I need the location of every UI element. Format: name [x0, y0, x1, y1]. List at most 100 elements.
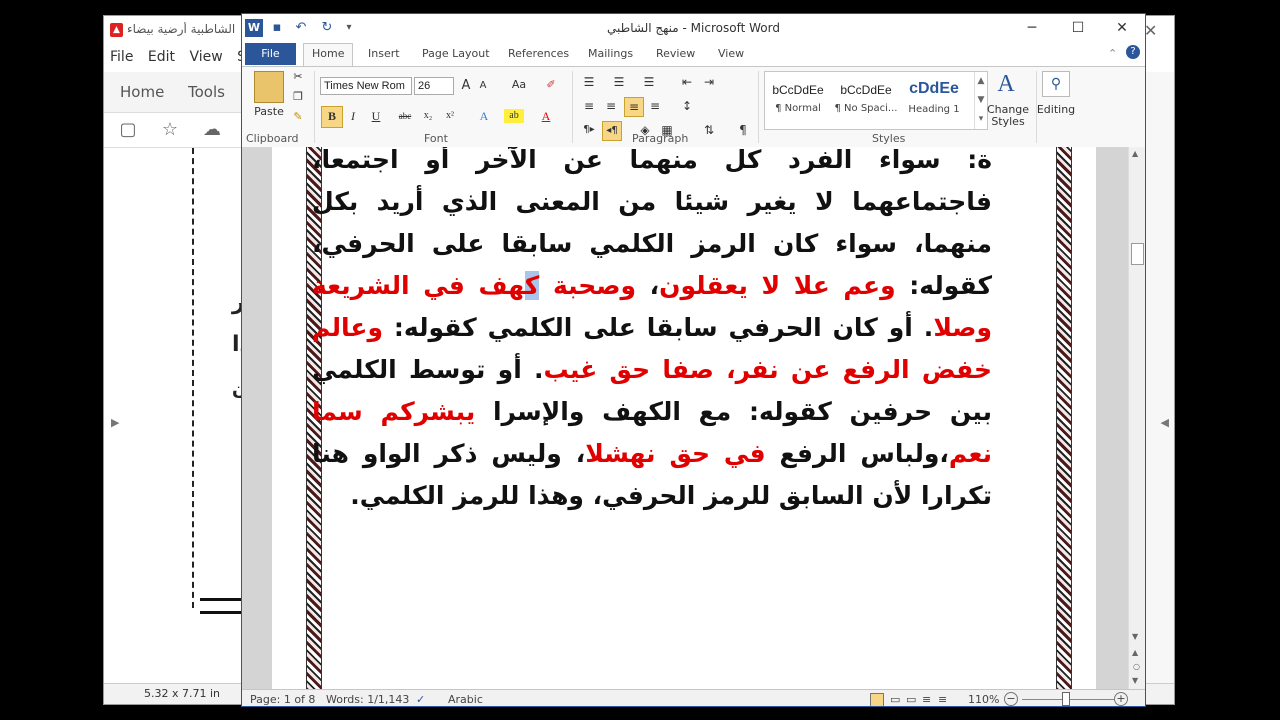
- scroll-down-icon[interactable]: ▼: [1132, 632, 1138, 641]
- paste-button[interactable]: Paste: [252, 105, 286, 118]
- proofing-icon[interactable]: ✓: [416, 693, 425, 706]
- align-left-icon[interactable]: ≡: [580, 97, 598, 115]
- vertical-scrollbar[interactable]: ▲ ▼ ▲ ○ ▼: [1128, 147, 1145, 689]
- bold-button[interactable]: B: [321, 106, 343, 128]
- tab-review[interactable]: Review: [656, 47, 695, 60]
- editing-button[interactable]: Editing: [1036, 103, 1076, 116]
- document-area: ة: سواء الفرد كل منهما عن الآخر أو اجتمع…: [242, 147, 1128, 689]
- menu-view[interactable]: View: [189, 49, 222, 65]
- collapse-left-icon[interactable]: ▶: [111, 416, 119, 429]
- tab-file[interactable]: File: [245, 43, 296, 65]
- increase-indent-icon[interactable]: ⇥: [700, 73, 718, 91]
- style-name: ¶ Normal: [775, 103, 821, 114]
- tab-references[interactable]: References: [508, 47, 569, 60]
- outline-icon[interactable]: ≡: [922, 693, 931, 706]
- font-size-box[interactable]: 26: [414, 77, 454, 95]
- close-icon[interactable]: ✕: [1144, 21, 1157, 40]
- shrink-font-icon[interactable]: A: [476, 80, 490, 91]
- pdf-icon: ▲: [110, 22, 123, 37]
- paste-icon[interactable]: [254, 71, 284, 103]
- bullets-icon[interactable]: ☰: [580, 73, 598, 91]
- clear-formatting-icon[interactable]: ✐: [542, 78, 560, 91]
- change-case-icon[interactable]: Aa: [508, 78, 530, 91]
- grow-font-icon[interactable]: A: [458, 78, 474, 93]
- draft-icon[interactable]: ≡: [938, 693, 947, 706]
- full-screen-icon[interactable]: ▭: [890, 693, 900, 706]
- italic-button[interactable]: I: [343, 106, 363, 126]
- language-indicator[interactable]: Arabic: [448, 693, 483, 706]
- font-name-box[interactable]: Times New Rom: [320, 77, 412, 95]
- justify-icon[interactable]: ≡: [646, 97, 664, 115]
- collapse-right-icon[interactable]: ◀: [1161, 416, 1169, 429]
- scrollbar-thumb[interactable]: [1131, 243, 1144, 265]
- pdf-page-edge: [200, 598, 244, 614]
- word-window: W ▪ ↶ ↻ ▾ منهج الشاطبي - Microsoft Word …: [241, 13, 1146, 707]
- next-page-icon[interactable]: ▼: [1132, 676, 1138, 685]
- align-right-icon[interactable]: ≡: [624, 97, 644, 117]
- change-styles-icon[interactable]: A: [994, 71, 1018, 98]
- cut-icon[interactable]: ✂: [290, 70, 306, 83]
- menu-file[interactable]: File: [110, 49, 133, 65]
- numbering-icon[interactable]: ☰: [610, 73, 628, 91]
- tab-tools[interactable]: Tools: [188, 83, 225, 101]
- copy-icon[interactable]: ❐: [290, 90, 306, 103]
- text-effects-icon[interactable]: A: [474, 106, 494, 126]
- tab-home[interactable]: Home: [312, 47, 344, 60]
- zoom-in-icon[interactable]: +: [1114, 692, 1128, 706]
- rtl-icon[interactable]: ◂¶: [602, 121, 622, 141]
- pdf-window-title: ▲ الشاطبية أرضية بيضاء: [110, 22, 250, 42]
- minimize-ribbon-icon[interactable]: ⌃: [1108, 47, 1117, 60]
- align-center-icon[interactable]: ≡: [602, 97, 620, 115]
- save-icon[interactable]: ▢: [117, 120, 139, 140]
- ltr-icon[interactable]: ¶▸: [580, 121, 598, 139]
- menu-edit[interactable]: Edit: [148, 49, 175, 65]
- underline-button[interactable]: U: [366, 106, 386, 126]
- scroll-up-icon[interactable]: ▲: [1132, 149, 1138, 158]
- cloud-upload-icon[interactable]: ☁: [201, 120, 223, 140]
- tab-view[interactable]: View: [718, 47, 744, 60]
- tab-mailings[interactable]: Mailings: [588, 47, 633, 60]
- ribbon-separator: [758, 71, 759, 143]
- zoom-slider-thumb[interactable]: [1062, 692, 1070, 706]
- binoculars-icon[interactable]: ⚲: [1042, 71, 1070, 97]
- show-hide-marks-icon[interactable]: ¶: [734, 121, 752, 139]
- multilevel-list-icon[interactable]: ☰: [640, 73, 658, 91]
- maximize-icon[interactable]: ☐: [1058, 18, 1098, 38]
- window-title: منهج الشاطبي - Microsoft Word: [607, 21, 780, 35]
- line-spacing-icon[interactable]: ↕: [678, 97, 696, 115]
- document-page[interactable]: ة: سواء الفرد كل منهما عن الآخر أو اجتمع…: [272, 147, 1096, 689]
- text-run: . أو كان الحرفي سابقا على الكلمي كقوله:: [383, 313, 934, 342]
- tab-page-layout[interactable]: Page Layout: [422, 47, 490, 60]
- tab-insert[interactable]: Insert: [368, 47, 400, 60]
- highlight-color-icon[interactable]: ab: [504, 109, 524, 123]
- print-layout-icon[interactable]: [870, 693, 884, 706]
- page-count[interactable]: Page: 1 of 8: [250, 693, 315, 706]
- format-painter-icon[interactable]: ✎: [290, 110, 306, 123]
- document-text[interactable]: ة: سواء الفرد كل منهما عن الآخر أو اجتمع…: [312, 147, 992, 517]
- star-icon[interactable]: ☆: [159, 120, 181, 140]
- font-color-icon[interactable]: A: [536, 106, 556, 126]
- subscript-button[interactable]: x₂: [418, 106, 438, 126]
- word-count[interactable]: Words: 1/1,143: [326, 693, 409, 706]
- decrease-indent-icon[interactable]: ⇤: [678, 73, 696, 91]
- zoom-level[interactable]: 110%: [968, 693, 999, 706]
- style-heading-1[interactable]: cDdEe Heading 1: [901, 75, 967, 125]
- minimize-icon[interactable]: ─: [1012, 18, 1052, 38]
- pdf-title-text: الشاطبية أرضية بيضاء: [127, 22, 236, 36]
- sort-icon[interactable]: ⇅: [700, 121, 718, 139]
- previous-page-icon[interactable]: ▲: [1132, 648, 1138, 657]
- pdf-right-tool-pane: [1146, 72, 1174, 702]
- help-icon[interactable]: ?: [1126, 45, 1140, 59]
- strikethrough-button[interactable]: abc: [395, 106, 415, 126]
- word-titlebar: W ▪ ↶ ↻ ▾ منهج الشاطبي - Microsoft Word …: [242, 14, 1145, 43]
- style-normal[interactable]: bCcDdEe ¶ Normal: [765, 75, 831, 125]
- zoom-out-icon[interactable]: −: [1004, 692, 1018, 706]
- browse-object-icon[interactable]: ○: [1133, 662, 1140, 671]
- change-styles-button[interactable]: Change Styles: [986, 104, 1030, 128]
- tab-home[interactable]: Home: [120, 83, 164, 101]
- web-layout-icon[interactable]: ▭: [906, 693, 916, 706]
- style-no-spacing[interactable]: bCcDdEe ¶ No Spaci...: [833, 75, 899, 125]
- ribbon-separator: [314, 71, 315, 143]
- superscript-button[interactable]: x²: [440, 106, 460, 126]
- close-icon[interactable]: ✕: [1102, 18, 1142, 38]
